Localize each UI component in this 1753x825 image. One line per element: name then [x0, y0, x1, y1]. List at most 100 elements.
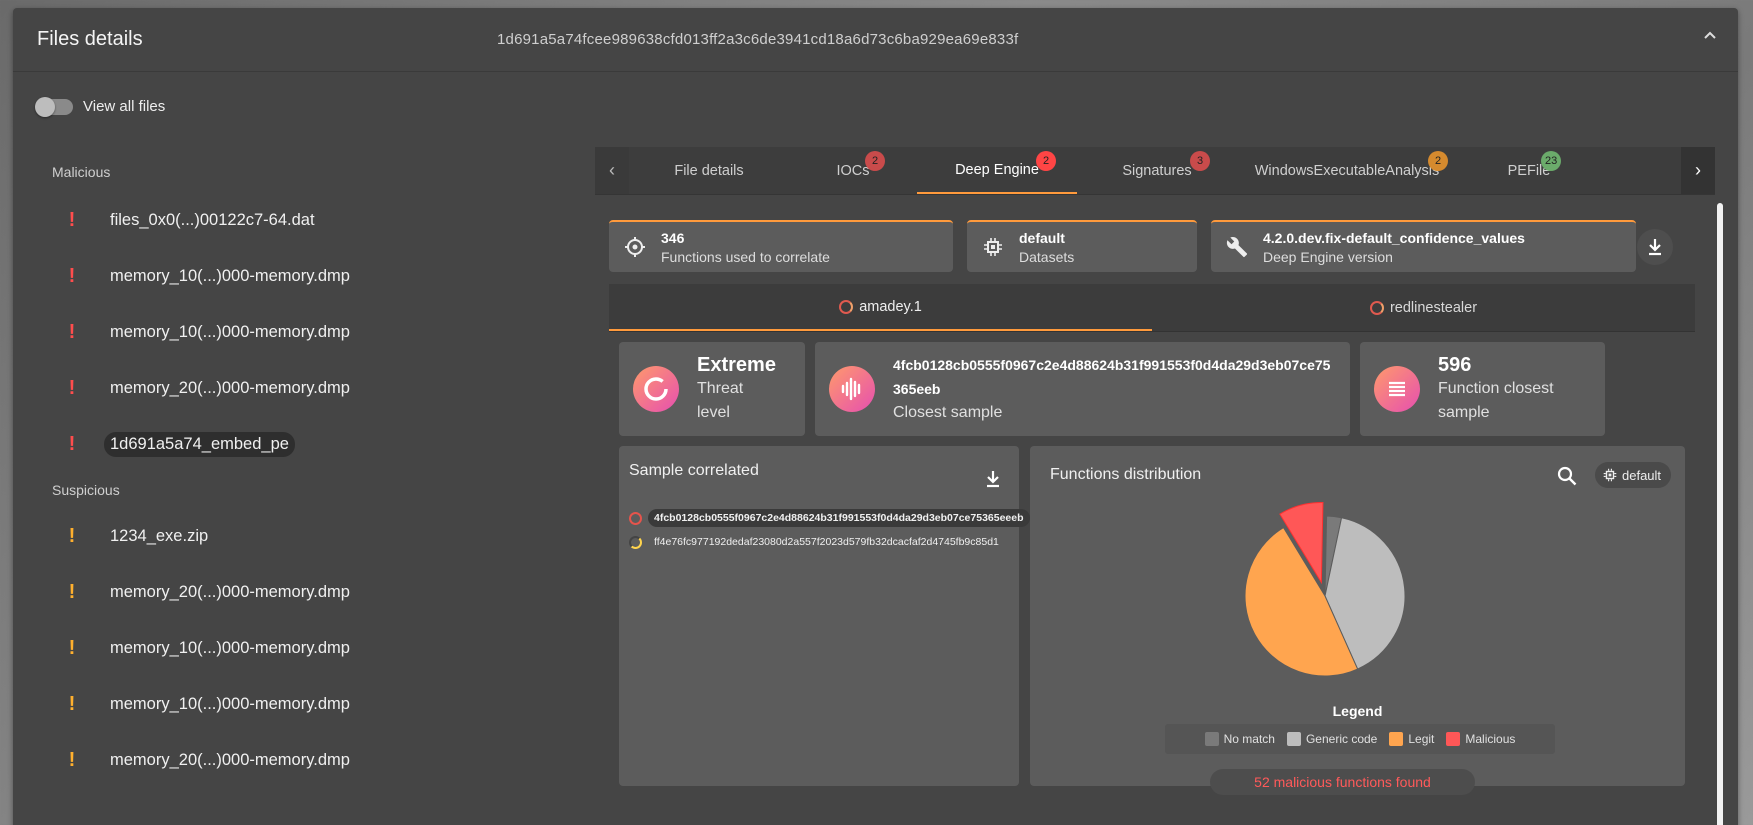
file-name: 1d691a5a74_embed_pe [104, 431, 295, 457]
tab-badge: 2 [1036, 151, 1056, 171]
datasets-card: default Datasets [967, 220, 1197, 272]
file-item[interactable]: ! 1234_exe.zip [13, 508, 573, 564]
tab-label: WindowsExecutableAnalysis [1254, 162, 1440, 179]
malicious-functions-count: 52 malicious functions found [1210, 769, 1475, 795]
file-name: memory_20(...)000-memory.dmp [110, 750, 350, 769]
list-icon [1374, 366, 1420, 412]
chevron-right-icon[interactable]: › [1681, 147, 1715, 194]
legend-item[interactable]: Malicious [1446, 732, 1515, 746]
tab-file-details[interactable]: File details [629, 147, 789, 194]
crosshair-icon [609, 236, 661, 258]
scrollbar[interactable] [1717, 203, 1723, 825]
legend-item[interactable]: Legit [1389, 732, 1434, 746]
download-icon[interactable] [985, 470, 1001, 493]
functions-pie-chart [1244, 501, 1406, 677]
download-button[interactable] [1637, 229, 1673, 265]
suspicious-group-label: Suspicious [52, 482, 120, 498]
ring-icon [1369, 300, 1384, 315]
deep-engine-meta: 346 Functions used to correlate default Da… [609, 220, 1636, 272]
chevron-left-icon[interactable]: ‹ [595, 147, 629, 194]
version-value: 4.2.0.dev.fix-default_confidence_values [1263, 229, 1525, 246]
family-tabs: amadey.1 redlinestealer [609, 284, 1695, 332]
warning-icon: ! [68, 748, 76, 771]
threat-gauge-icon [633, 366, 679, 412]
family-tab-amadey[interactable]: amadey.1 [609, 284, 1152, 331]
functions-card: 346 Functions used to correlate [609, 220, 953, 272]
family-tab-label: redlinestealer [1389, 299, 1478, 316]
tab-iocs[interactable]: IOCs 2 [789, 147, 917, 194]
file-name: memory_10(...)000-memory.dmp [110, 638, 350, 657]
legend-label: No match [1223, 732, 1275, 746]
file-name: memory_10(...)000-memory.dmp [110, 694, 350, 713]
view-all-files-toggle[interactable] [35, 96, 73, 117]
tab-windows-executable-analysis[interactable]: WindowsExecutableAnalysis 2 [1237, 147, 1457, 194]
sample-correlated-card: Sample correlated 4fcb0128cb0555f0967c2e… [619, 446, 1030, 786]
legend-item[interactable]: No match [1204, 732, 1275, 746]
warning-icon: ! [68, 636, 76, 659]
ring-icon [839, 299, 854, 314]
file-hash: 1d691a5a74fcee989638cfd013ff2a3c6de3941c… [497, 31, 1019, 48]
correlated-sample-row[interactable]: 4fcb0128cb0555f0967c2e4d88624b31f991553f… [629, 508, 1030, 528]
detail-pane: ‹ File details IOCs 2 Deep Engine 2 Signat… [595, 147, 1723, 825]
wrench-icon [1211, 236, 1263, 258]
file-name: memory_10(...)000-memory.dmp [110, 322, 350, 341]
file-item[interactable]: ! memory_20(...)000-memory.dmp [13, 564, 573, 620]
threat-level-card: Extreme Threat level [619, 342, 805, 436]
files-details-panel: Files details 1d691a5a74fcee989638cfd013… [13, 8, 1738, 825]
threat-label: Threat level [697, 379, 744, 421]
panel-header[interactable]: Files details 1d691a5a74fcee989638cfd013… [13, 8, 1738, 72]
function-closest-card: 596 Function closest sample [1360, 342, 1605, 436]
sample-correlated-title: Sample correlated [629, 462, 759, 479]
family-tab-label: amadey.1 [859, 298, 922, 315]
tab-bar: ‹ File details IOCs 2 Deep Engine 2 Signat… [595, 147, 1715, 195]
file-item[interactable]: ! files_0x0(...)00122c7-64.dat [13, 192, 573, 248]
version-label: Deep Engine version [1263, 248, 1393, 265]
chevron-up-icon[interactable] [1702, 28, 1722, 48]
download-icon [1649, 239, 1661, 256]
warning-icon: ! [68, 524, 76, 547]
alert-icon: ! [68, 320, 76, 343]
functions-distribution-card: Functions distribution default Legend No… [1030, 446, 1685, 795]
file-item[interactable]: ! memory_20(...)000-memory.dmp [13, 732, 573, 788]
alert-icon: ! [68, 376, 76, 399]
file-item[interactable]: ! memory_10(...)000-memory.dmp [13, 676, 573, 732]
tab-pefile[interactable]: PEFile 23 [1457, 147, 1601, 194]
functions-label: Functions used to correlate [661, 248, 830, 265]
family-tab-redlinestealer[interactable]: redlinestealer [1152, 284, 1695, 331]
file-name: files_0x0(...)00122c7-64.dat [110, 210, 315, 229]
tab-label: IOCs [836, 162, 870, 179]
tab-label: Signatures [1122, 162, 1192, 179]
legend-item[interactable]: Generic code [1286, 732, 1378, 746]
file-list: Malicious ! files_0x0(...)00122c7-64.dat … [13, 158, 573, 788]
malicious-group-label: Malicious [52, 164, 111, 180]
tab-deep-engine[interactable]: Deep Engine 2 [917, 147, 1077, 194]
alert-icon: ! [68, 264, 76, 287]
file-item[interactable]: ! memory_10(...)000-memory.dmp [13, 248, 573, 304]
panel-title: Files details [37, 28, 143, 50]
tab-badge: 2 [865, 151, 885, 171]
correlated-sample-row[interactable]: ff4e76fc977192dedaf23080d2a557f2023d579f… [629, 532, 1005, 552]
tab-badge: 3 [1190, 151, 1210, 171]
function-closest-label: Function closest sample [1438, 379, 1554, 421]
tab-badge: 23 [1541, 151, 1562, 171]
legend-label: Generic code [1305, 732, 1378, 746]
tab-label: File details [674, 162, 744, 179]
file-name: memory_10(...)000-memory.dmp [110, 266, 350, 285]
functions-value: 346 [661, 229, 685, 246]
file-item[interactable]: ! memory_10(...)000-memory.dmp [13, 620, 573, 676]
legend-swatch [1446, 732, 1461, 746]
tab-signatures[interactable]: Signatures 3 [1077, 147, 1237, 194]
file-item-selected[interactable]: ! 1d691a5a74_embed_pe [13, 416, 573, 472]
file-item[interactable]: ! memory_10(...)000-memory.dmp [13, 304, 573, 360]
legend-swatch [1204, 732, 1219, 746]
ring-icon [629, 535, 642, 549]
tab-label: Deep Engine [955, 161, 1039, 178]
closest-sample-value: 4fcb0128cb0555f0967c2e4d88624b31f991553f… [893, 357, 1331, 397]
view-all-files-toggle-row[interactable]: View all files [35, 96, 165, 117]
file-name: memory_20(...)000-memory.dmp [110, 582, 350, 601]
datasets-value: default [1019, 229, 1065, 246]
warning-icon: ! [68, 692, 76, 715]
chip-icon [967, 237, 1019, 257]
file-name: memory_20(...)000-memory.dmp [110, 378, 350, 397]
file-item[interactable]: ! memory_20(...)000-memory.dmp [13, 360, 573, 416]
